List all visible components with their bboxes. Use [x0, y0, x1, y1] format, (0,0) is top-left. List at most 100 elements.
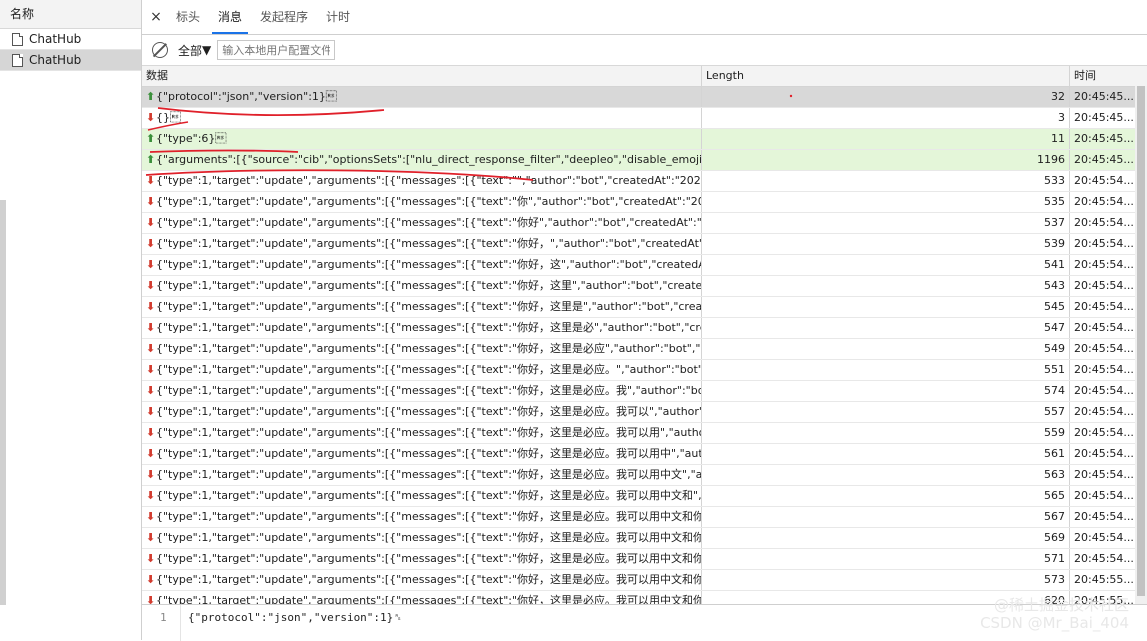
- message-type-filter[interactable]: 全部 ▼: [178, 42, 211, 59]
- filter-input[interactable]: [217, 40, 336, 60]
- arrow-down-icon: ⬇: [146, 342, 156, 355]
- table-row[interactable]: ⬇{"type":1,"target":"update","arguments"…: [142, 234, 1147, 255]
- arrow-up-icon: ⬆: [146, 153, 156, 166]
- message-text: {"type":1,"target":"update","arguments":…: [156, 405, 702, 418]
- message-data-cell: ⬆{"type":6}: [142, 129, 702, 149]
- table-row[interactable]: ⬇{"type":1,"target":"update","arguments"…: [142, 444, 1147, 465]
- message-length-cell: 543: [702, 276, 1070, 296]
- left-scrollbar[interactable]: [0, 200, 6, 605]
- messages-toolbar: 全部 ▼: [142, 35, 1147, 66]
- message-content[interactable]: {"protocol":"json","version":1}␞: [188, 611, 402, 625]
- message-data-cell: ⬇{"type":1,"target":"update","arguments"…: [142, 444, 702, 464]
- arrow-down-icon: ⬇: [146, 510, 156, 523]
- table-row[interactable]: ⬇{} 3 20:45:45...: [142, 108, 1147, 129]
- table-row[interactable]: ⬆{"type":6} 11 20:45:45...: [142, 129, 1147, 150]
- watermark-line: CSDN @Mr_Bai_404: [980, 614, 1129, 632]
- arrow-down-icon: ⬇: [146, 216, 156, 229]
- column-header-time[interactable]: 时间: [1070, 66, 1134, 86]
- message-text: {"protocol":"json","version":1}: [156, 90, 337, 103]
- request-name: ChatHub: [29, 53, 82, 67]
- message-data-cell: ⬇{"type":1,"target":"update","arguments"…: [142, 255, 702, 275]
- message-length-cell: 539: [702, 234, 1070, 254]
- message-time-cell: 20:45:45...: [1074, 111, 1134, 124]
- table-row[interactable]: ⬇{"type":1,"target":"update","arguments"…: [142, 507, 1147, 528]
- request-name: ChatHub: [29, 32, 82, 46]
- tab-initiator[interactable]: 发起程序: [254, 0, 314, 34]
- name-column-header[interactable]: 名称: [0, 0, 141, 29]
- message-time-cell: 20:45:54...: [1074, 510, 1134, 523]
- table-row[interactable]: ⬇{"type":1,"target":"update","arguments"…: [142, 402, 1147, 423]
- line-number: 1: [160, 611, 167, 624]
- message-data-cell: ⬇{"type":1,"target":"update","arguments"…: [142, 360, 702, 380]
- watermark: @稀土掘金技术社区 CSDN @Mr_Bai_404: [980, 596, 1129, 632]
- arrow-down-icon: ⬇: [146, 489, 156, 502]
- table-row[interactable]: ⬇{"type":1,"target":"update","arguments"…: [142, 465, 1147, 486]
- message-time-cell: 20:45:54...: [1074, 258, 1134, 271]
- close-icon[interactable]: ×: [142, 0, 170, 34]
- request-item[interactable]: ChatHub: [0, 29, 141, 50]
- message-data-cell: ⬇{"type":1,"target":"update","arguments"…: [142, 402, 702, 422]
- table-row[interactable]: ⬇{"type":1,"target":"update","arguments"…: [142, 549, 1147, 570]
- tab-headers[interactable]: 标头: [170, 0, 206, 34]
- messages-scrollbar[interactable]: [1135, 86, 1147, 604]
- message-data-cell: ⬇{"type":1,"target":"update","arguments"…: [142, 486, 702, 506]
- tab-messages[interactable]: 消息: [212, 0, 249, 34]
- message-text: {"type":1,"target":"update","arguments":…: [156, 216, 702, 229]
- table-row[interactable]: ⬇{"type":1,"target":"update","arguments"…: [142, 297, 1147, 318]
- message-length-cell: 11: [702, 129, 1070, 149]
- arrow-down-icon: ⬇: [146, 384, 156, 397]
- message-time-cell: 20:45:54...: [1074, 216, 1134, 229]
- message-data-cell: ⬇{"type":1,"target":"update","arguments"…: [142, 276, 702, 296]
- message-time-cell: 20:45:54...: [1074, 279, 1134, 292]
- table-row[interactable]: ⬇{"type":1,"target":"update","arguments"…: [142, 318, 1147, 339]
- message-data-cell: ⬇{"type":1,"target":"update","arguments"…: [142, 528, 702, 548]
- column-header-length[interactable]: Length: [702, 66, 1070, 86]
- message-time-cell: 20:45:54...: [1074, 552, 1134, 565]
- message-time-cell: 20:45:54...: [1074, 447, 1134, 460]
- table-row[interactable]: ⬇{"type":1,"target":"update","arguments"…: [142, 192, 1147, 213]
- table-row[interactable]: ⬇{"type":1,"target":"update","arguments"…: [142, 339, 1147, 360]
- tab-timing[interactable]: 计时: [320, 0, 356, 34]
- gutter-divider: [180, 605, 181, 641]
- message-length-cell: 545: [702, 297, 1070, 317]
- message-data-cell: ⬇{"type":1,"target":"update","arguments"…: [142, 297, 702, 317]
- message-data-cell: ⬇{"type":1,"target":"update","arguments"…: [142, 213, 702, 233]
- message-time-cell: 20:45:54...: [1074, 531, 1134, 544]
- message-text: {"type":1,"target":"update","arguments":…: [156, 489, 702, 502]
- message-time-cell: 20:45:45...: [1074, 153, 1134, 166]
- arrow-down-icon: ⬇: [146, 468, 156, 481]
- message-text: {"type":1,"target":"update","arguments":…: [156, 321, 702, 334]
- column-header-data[interactable]: 数据: [142, 66, 702, 86]
- message-text: {"type":1,"target":"update","arguments":…: [156, 426, 702, 439]
- arrow-down-icon: ⬇: [146, 552, 156, 565]
- table-row[interactable]: ⬇{"type":1,"target":"update","arguments"…: [142, 570, 1147, 591]
- message-data-cell: ⬇{"type":1,"target":"update","arguments"…: [142, 507, 702, 527]
- table-row[interactable]: ⬇{"type":1,"target":"update","arguments"…: [142, 528, 1147, 549]
- table-row[interactable]: ⬇{"type":1,"target":"update","arguments"…: [142, 381, 1147, 402]
- table-row[interactable]: ⬇{"type":1,"target":"update","arguments"…: [142, 171, 1147, 192]
- message-data-cell: ⬇{"type":1,"target":"update","arguments"…: [142, 339, 702, 359]
- message-time-cell: 20:45:54...: [1074, 426, 1134, 439]
- arrow-up-icon: ⬆: [146, 132, 156, 145]
- table-row[interactable]: ⬇{"type":1,"target":"update","arguments"…: [142, 486, 1147, 507]
- request-list-panel: 名称 ChatHub ChatHub: [0, 0, 142, 640]
- request-item-selected[interactable]: ChatHub: [0, 50, 141, 71]
- table-row[interactable]: ⬇{"type":1,"target":"update","arguments"…: [142, 276, 1147, 297]
- message-length-cell: 535: [702, 192, 1070, 212]
- message-time-cell: 20:45:55...: [1074, 573, 1134, 586]
- message-text: {"type":1,"target":"update","arguments":…: [156, 573, 702, 586]
- message-time-cell: 20:45:45...: [1074, 132, 1134, 145]
- arrow-down-icon: ⬇: [146, 174, 156, 187]
- table-row[interactable]: ⬇{"type":1,"target":"update","arguments"…: [142, 423, 1147, 444]
- table-row[interactable]: ⬆{"protocol":"json","version":1} 32 20:45…: [142, 87, 1147, 108]
- message-time-cell: 20:45:54...: [1074, 342, 1134, 355]
- message-text: {"type":1,"target":"update","arguments":…: [156, 363, 702, 376]
- scrollbar-thumb[interactable]: [1137, 86, 1145, 596]
- message-length-cell: 565: [702, 486, 1070, 506]
- table-row[interactable]: ⬆{"arguments":[{"source":"cib","optionsS…: [142, 150, 1147, 171]
- messages-table: 数据 Length 时间 ⬆{"protocol":"json","versio…: [142, 66, 1147, 604]
- clear-icon[interactable]: [152, 42, 168, 58]
- table-row[interactable]: ⬇{"type":1,"target":"update","arguments"…: [142, 360, 1147, 381]
- table-row[interactable]: ⬇{"type":1,"target":"update","arguments"…: [142, 213, 1147, 234]
- table-row[interactable]: ⬇{"type":1,"target":"update","arguments"…: [142, 255, 1147, 276]
